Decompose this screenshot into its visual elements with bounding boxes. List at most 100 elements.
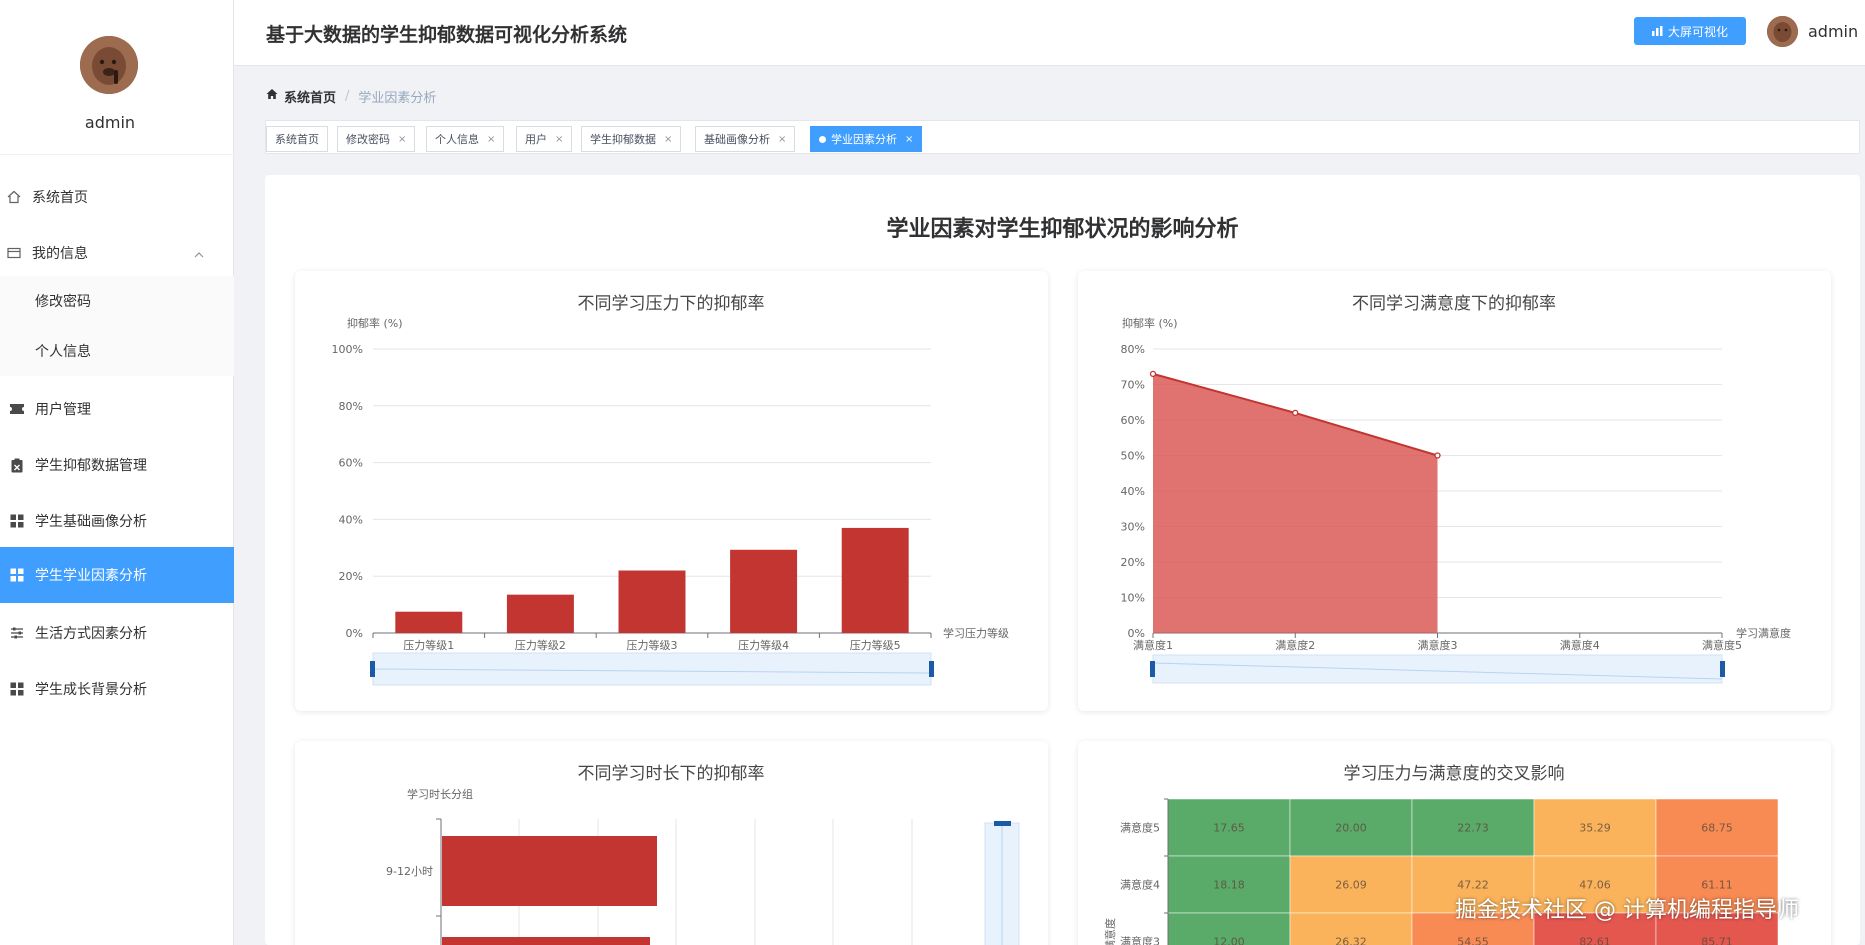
sidebar-item-home[interactable]: 系统首页 [0, 169, 234, 225]
bar [442, 836, 657, 906]
y-tick-label: 40% [339, 513, 363, 526]
sidebar-item-personal-info[interactable]: 个人信息 [0, 326, 234, 376]
close-icon[interactable]: × [555, 134, 563, 145]
close-icon[interactable]: × [905, 134, 913, 145]
y-tick-label: 40% [1121, 485, 1145, 498]
study-hours-bar-chart[interactable]: 不同学习时长下的抑郁率学习时长分组 9-12小时 [295, 741, 1048, 945]
ticket-icon [9, 401, 25, 417]
chart-title: 学习压力与满意度的交叉影响 [1344, 764, 1565, 784]
y-axis-label: 抑郁率 (%) [347, 316, 403, 330]
x-tick-label: 压力等级4 [738, 638, 789, 652]
watermark: 掘金技术社区 @ 计算机编程指导师 [1455, 898, 1799, 923]
tags-view-bar: 系统首页 修改密码 × 个人信息 × 用户 × 学生抑郁数据 × 基础画像分析 … [265, 120, 1860, 154]
home-icon [6, 189, 22, 205]
x-tick-label: 压力等级3 [627, 638, 678, 652]
clipboard-icon [9, 457, 25, 473]
y-tick-label: 满意度3 [1120, 935, 1160, 945]
sidebar-item-change-password[interactable]: 修改密码 [0, 276, 234, 326]
x-tick-label: 压力等级5 [850, 638, 901, 652]
x-tick-label: 压力等级1 [403, 638, 454, 652]
tag-label: 个人信息 [435, 133, 479, 146]
y-tick-label: 20% [1121, 556, 1145, 569]
chart-title: 不同学习压力下的抑郁率 [578, 294, 765, 314]
tag-home[interactable]: 系统首页 [266, 126, 328, 152]
close-icon[interactable]: × [664, 134, 672, 145]
chart-panel-study-hours: 不同学习时长下的抑郁率 学习时长分组 9-12小时 [295, 741, 1048, 945]
tag-user[interactable]: 用户 × [516, 126, 573, 152]
heatmap-cell-label: 17.65 [1213, 822, 1245, 835]
chart-title: 不同学习满意度下的抑郁率 [1352, 294, 1556, 314]
heatmap-cell-label: 35.29 [1579, 822, 1611, 835]
tag-label: 学业因素分析 [831, 133, 897, 146]
sidebar-item-academic-factors[interactable]: 学生学业因素分析 [0, 547, 234, 603]
x-tick-label: 满意度1 [1133, 638, 1173, 652]
data-point [1292, 409, 1299, 417]
grid-icon [9, 681, 25, 697]
chart-title: 不同学习时长下的抑郁率 [578, 764, 765, 784]
chart-panel-stress: 不同学习压力下的抑郁率 抑郁率 (%) 0% 20% 40% 60% 80% 100% 压力等级… [295, 271, 1048, 711]
chart-panel-satisfaction: 不同学习满意度下的抑郁率 抑郁率 (%) 0% 10% 20% 30% 40% 50% 60% 7… [1078, 271, 1831, 711]
sidebar-item-label: 用户管理 [35, 402, 91, 418]
y-tick-label: 9-12小时 [386, 865, 433, 878]
heatmap-cell-label: 82.61 [1579, 936, 1611, 945]
satisfaction-area-chart[interactable]: 不同学习满意度下的抑郁率抑郁率 (%)0%10%20%30%40%50%60%7… [1078, 271, 1831, 711]
breadcrumb-separator: / [345, 88, 350, 104]
sidebar: admin 系统首页 我的信息 修改密码 个人信息 用户管理 学生抑郁数据管理 [0, 0, 234, 945]
tag-academic-factors[interactable]: 学业因素分析 × [810, 126, 923, 152]
sidebar-item-growth-background[interactable]: 学生成长背景分析 [0, 661, 234, 717]
sidebar-item-label: 学生成长背景分析 [35, 682, 147, 698]
top-header: 基于大数据的学生抑郁数据可视化分析系统 大屏可视化 admin [234, 0, 1865, 66]
sidebar-divider [0, 154, 234, 155]
home-icon [266, 88, 278, 104]
bar [841, 527, 909, 633]
avatar-image-icon [80, 36, 138, 94]
avatar[interactable] [80, 36, 138, 94]
x-axis-label: 学习压力等级 [943, 626, 1009, 640]
sidebar-item-lifestyle[interactable]: 生活方式因素分析 [0, 605, 234, 661]
y-tick-label: 50% [1121, 450, 1145, 463]
active-dot-icon [819, 135, 826, 143]
bigscreen-button[interactable]: 大屏可视化 [1634, 17, 1746, 45]
bar [618, 570, 686, 633]
header-username[interactable]: admin [1808, 22, 1858, 41]
tag-personal-info[interactable]: 个人信息 × [426, 126, 505, 152]
heatmap-cell-label: 54.55 [1457, 936, 1489, 945]
close-icon[interactable]: × [487, 134, 495, 145]
y-tick-label: 0% [346, 627, 363, 640]
sidebar-item-basic-profile[interactable]: 学生基础画像分析 [0, 493, 234, 549]
y-tick-label: 80% [1121, 343, 1145, 356]
app-title: 基于大数据的学生抑郁数据可视化分析系统 [266, 24, 628, 46]
tag-basic-profile[interactable]: 基础画像分析 × [695, 126, 796, 152]
bar [395, 611, 463, 633]
tag-label: 用户 [525, 133, 547, 146]
sidebar-item-user-management[interactable]: 用户管理 [0, 381, 234, 437]
bigscreen-button-label: 大屏可视化 [1667, 24, 1728, 39]
bar-chart-icon [1651, 26, 1663, 36]
close-icon[interactable]: × [398, 134, 406, 145]
heatmap-cell-label: 26.09 [1335, 879, 1367, 892]
sliders-icon [9, 625, 25, 641]
breadcrumb-current: 学业因素分析 [358, 90, 437, 106]
stress-bar-chart[interactable]: 不同学习压力下的抑郁率抑郁率 (%) 0% 20% 40% 60% 80% 100% 压力等级… [295, 271, 1048, 711]
page-title: 学业因素对学生抑郁状况的影响分析 [886, 217, 1239, 242]
bar [506, 594, 574, 633]
sidebar-item-label: 系统首页 [32, 190, 88, 206]
tag-change-password[interactable]: 修改密码 × [337, 126, 416, 152]
y-tick-label: 满意度4 [1120, 878, 1160, 892]
x-axis-label: 学习满意度 [1736, 626, 1791, 640]
header-avatar[interactable] [1767, 16, 1798, 47]
heatmap-cell-label: 26.32 [1335, 936, 1367, 945]
tag-depression-data[interactable]: 学生抑郁数据 × [581, 126, 682, 152]
y-axis-label: 抑郁率 (%) [1122, 316, 1178, 330]
close-icon[interactable]: × [778, 134, 786, 145]
sidebar-item-label: 我的信息 [32, 246, 88, 262]
sidebar-item-depression-data[interactable]: 学生抑郁数据管理 [0, 437, 234, 493]
x-tick-label: 满意度2 [1275, 638, 1315, 652]
y-tick-label: 60% [1121, 414, 1145, 427]
heatmap-cell-label: 85.71 [1701, 936, 1733, 945]
sidebar-item-my-info[interactable]: 我的信息 [0, 225, 234, 281]
tag-label: 学生抑郁数据 [590, 133, 656, 146]
x-tick-label: 满意度4 [1560, 638, 1600, 652]
sidebar-item-label: 生活方式因素分析 [35, 626, 147, 642]
breadcrumb-home[interactable]: 系统首页 [284, 87, 336, 106]
